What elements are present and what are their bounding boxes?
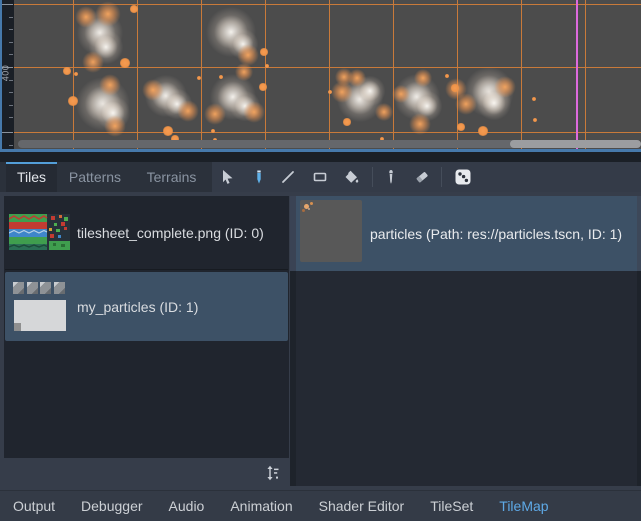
selection-tool-button[interactable] xyxy=(215,164,241,190)
tilemap-bottom-panel: 400 Tiles Patterns Terrains xyxy=(0,0,641,521)
pencil-icon xyxy=(251,169,267,185)
tilemap-canvas[interactable] xyxy=(0,0,641,149)
dock-tab-debugger[interactable]: Debugger xyxy=(68,498,156,514)
tab-terrains[interactable]: Terrains xyxy=(133,162,210,192)
sort-icon xyxy=(265,465,281,481)
tile-sources-list: tilesheet_complete.png (ID: 0) my_partic… xyxy=(4,196,289,458)
source-item-label: tilesheet_complete.png (ID: 0) xyxy=(77,225,264,241)
cursor-icon xyxy=(220,169,236,185)
dice-icon xyxy=(454,168,472,186)
canvas-h-scrollbar-thumb[interactable] xyxy=(510,140,641,148)
paint-tool-button[interactable] xyxy=(246,164,272,190)
dock-tab-animation[interactable]: Animation xyxy=(217,498,305,514)
tilesheet-thumbnail xyxy=(9,214,70,250)
tab-patterns[interactable]: Patterns xyxy=(57,162,133,192)
atlas-display-panel: particles (Path: res://particles.tscn, I… xyxy=(290,196,641,486)
bucket-fill-tool-button[interactable] xyxy=(339,164,365,190)
paint-bucket-icon xyxy=(344,169,360,185)
tab-tiles[interactable]: Tiles xyxy=(6,162,57,192)
particles-scene-thumbnail xyxy=(300,200,362,262)
line-icon xyxy=(280,169,296,185)
scene-collection-thumbnail xyxy=(13,282,67,332)
tiles-panel-body: tilesheet_complete.png (ID: 0) my_partic… xyxy=(0,192,641,490)
source-item-my-particles[interactable]: my_particles (ID: 1) xyxy=(5,272,288,341)
eyedropper-icon xyxy=(383,169,399,185)
atlas-item-particles[interactable]: particles (Path: res://particles.tscn, I… xyxy=(296,196,637,271)
editor-bottom-dock-bar: Output Debugger Audio Animation Shader E… xyxy=(0,490,641,521)
ruler-label: 400 xyxy=(0,65,10,82)
tilemap-bounds-line xyxy=(576,0,578,149)
panel-separator xyxy=(0,152,641,162)
rect-tool-button[interactable] xyxy=(307,164,333,190)
line-tool-button[interactable] xyxy=(275,164,301,190)
toolbar-separator xyxy=(372,167,373,187)
canvas-h-scrollbar[interactable] xyxy=(18,140,639,148)
list-divider xyxy=(5,269,288,270)
dock-tab-tileset[interactable]: TileSet xyxy=(417,498,486,514)
dock-tab-shader-editor[interactable]: Shader Editor xyxy=(306,498,418,514)
eraser-tool-button[interactable] xyxy=(409,164,435,190)
dock-tab-tilemap[interactable]: TileMap xyxy=(486,498,561,514)
source-item-label: my_particles (ID: 1) xyxy=(77,299,198,315)
atlas-right-scrollbar-thumb[interactable] xyxy=(637,196,641,271)
atlas-item-label: particles (Path: res://particles.tscn, I… xyxy=(370,226,622,242)
source-item-tilesheet[interactable]: tilesheet_complete.png (ID: 0) xyxy=(5,200,288,265)
tileset-editor-toolbar: Tiles Patterns Terrains xyxy=(0,162,641,192)
dock-tab-output[interactable]: Output xyxy=(0,498,68,514)
atlas-right-scrollbar[interactable] xyxy=(637,196,641,486)
picker-tool-button[interactable] xyxy=(378,164,404,190)
sort-sources-button[interactable] xyxy=(262,462,284,484)
tilemap-canvas-viewport[interactable]: 400 xyxy=(0,0,641,152)
random-tile-toggle[interactable] xyxy=(450,164,476,190)
vertical-ruler: 400 xyxy=(0,0,14,149)
dock-tab-audio[interactable]: Audio xyxy=(156,498,218,514)
eraser-icon xyxy=(414,169,430,185)
toolbar-separator xyxy=(441,167,442,187)
rectangle-icon xyxy=(312,169,328,185)
